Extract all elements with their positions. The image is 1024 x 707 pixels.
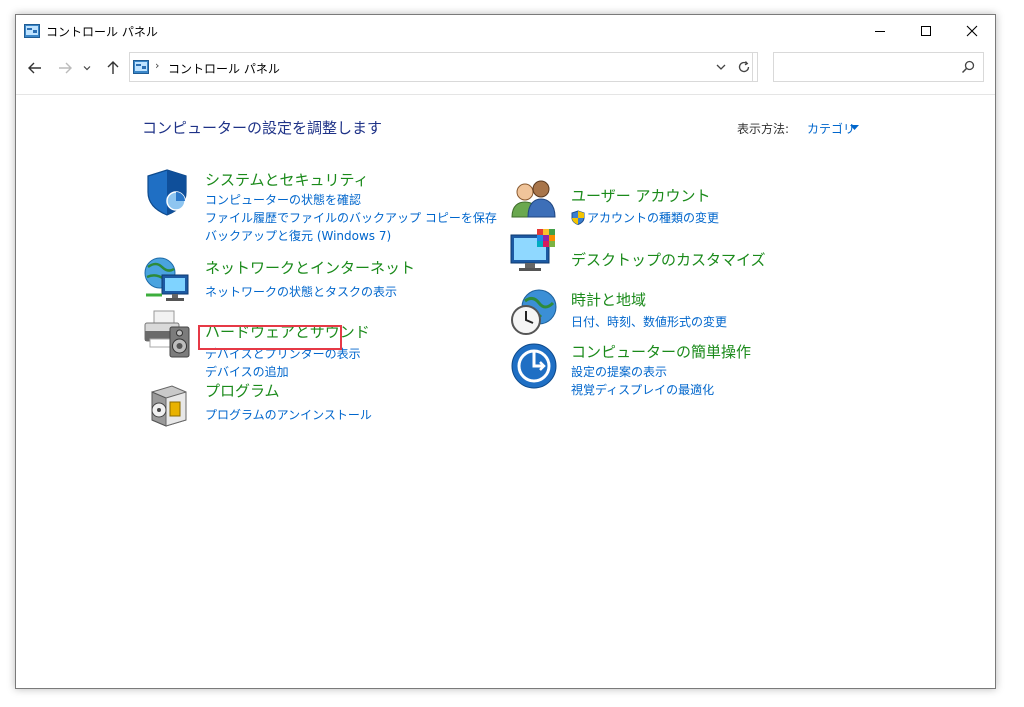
refresh-icon — [738, 61, 749, 73]
breadcrumb-separator[interactable]: › — [260, 59, 264, 72]
monitor-color-icon[interactable] — [509, 227, 559, 277]
chevron-down-icon — [716, 64, 726, 70]
view-by-dropdown[interactable]: カテゴリ — [807, 120, 855, 137]
category-title-user-accounts[interactable]: ユーザー アカウント — [571, 185, 710, 206]
category-title-ease-of-access[interactable]: コンピューターの簡単操作 — [571, 341, 751, 362]
link-change-date-time-format[interactable]: 日付、時刻、数値形式の変更 — [571, 313, 727, 330]
link-uninstall-program[interactable]: プログラムのアンインストール — [205, 406, 372, 423]
highlight-box — [198, 325, 342, 350]
refresh-button[interactable] — [730, 52, 758, 82]
close-button[interactable] — [949, 15, 995, 47]
shield-icon[interactable] — [142, 167, 192, 217]
window-title: コントロール パネル — [46, 25, 158, 39]
link-suggested-settings[interactable]: 設定の提案の表示 — [571, 363, 667, 380]
back-button[interactable] — [24, 57, 46, 79]
control-panel-icon — [133, 60, 149, 74]
link-network-status-tasks[interactable]: ネットワークの状態とタスクの表示 — [205, 283, 397, 300]
breadcrumb-separator[interactable]: › — [155, 59, 159, 72]
control-panel-window: コントロール パネル › コントロール パネル › コンピューターの設定を調整し… — [15, 14, 996, 689]
network-globe-icon[interactable] — [142, 255, 192, 305]
minimize-icon — [875, 31, 885, 32]
ease-of-access-icon[interactable] — [509, 341, 559, 391]
view-by-label: 表示方法: — [737, 122, 790, 136]
chevron-down-icon — [83, 66, 91, 71]
link-backup-restore-win7[interactable]: バックアップと復元 (Windows 7) — [205, 227, 391, 244]
category-title-clock-region[interactable]: 時計と地域 — [571, 289, 646, 310]
arrow-right-icon — [59, 62, 72, 74]
recent-locations-button[interactable] — [80, 57, 94, 79]
caret-down-icon[interactable] — [850, 125, 859, 131]
arrow-up-icon — [107, 61, 119, 74]
minimize-button[interactable] — [857, 15, 903, 47]
address-bar[interactable]: › コントロール パネル › — [129, 52, 753, 82]
program-box-icon[interactable] — [142, 378, 192, 428]
printer-speaker-icon[interactable] — [142, 309, 192, 359]
up-button[interactable] — [102, 57, 124, 79]
page-title: コンピューターの設定を調整します — [142, 119, 383, 137]
address-dropdown-button[interactable] — [711, 57, 731, 77]
control-panel-icon — [24, 24, 40, 38]
category-title-programs[interactable]: プログラム — [205, 380, 280, 401]
search-icon — [961, 60, 975, 74]
link-change-account-type[interactable]: アカウントの種類の変更 — [587, 209, 719, 226]
title-bar[interactable]: コントロール パネル — [16, 15, 995, 47]
maximize-icon — [921, 26, 931, 36]
category-title-desktop-customization[interactable]: デスクトップのカスタマイズ — [571, 249, 766, 270]
maximize-button[interactable] — [903, 15, 949, 47]
forward-button[interactable] — [54, 57, 76, 79]
link-check-computer-status[interactable]: コンピューターの状態を確認 — [205, 191, 361, 208]
navigation-bar: › コントロール パネル › — [16, 51, 995, 87]
search-input[interactable] — [773, 52, 984, 82]
link-file-history-backup[interactable]: ファイル履歴でファイルのバックアップ コピーを保存 — [205, 209, 497, 226]
category-title-network-internet[interactable]: ネットワークとインターネット — [205, 257, 415, 278]
uac-shield-icon — [571, 210, 585, 225]
arrow-left-icon — [28, 62, 41, 74]
clock-globe-icon[interactable] — [509, 287, 559, 337]
link-optimize-visual-display[interactable]: 視覚ディスプレイの最適化 — [571, 381, 714, 398]
users-icon[interactable] — [509, 175, 559, 225]
category-title-system-security[interactable]: システムとセキュリティ — [205, 169, 369, 190]
close-icon — [966, 25, 978, 37]
toolbar-divider — [16, 94, 995, 95]
link-add-device[interactable]: デバイスの追加 — [205, 363, 289, 380]
